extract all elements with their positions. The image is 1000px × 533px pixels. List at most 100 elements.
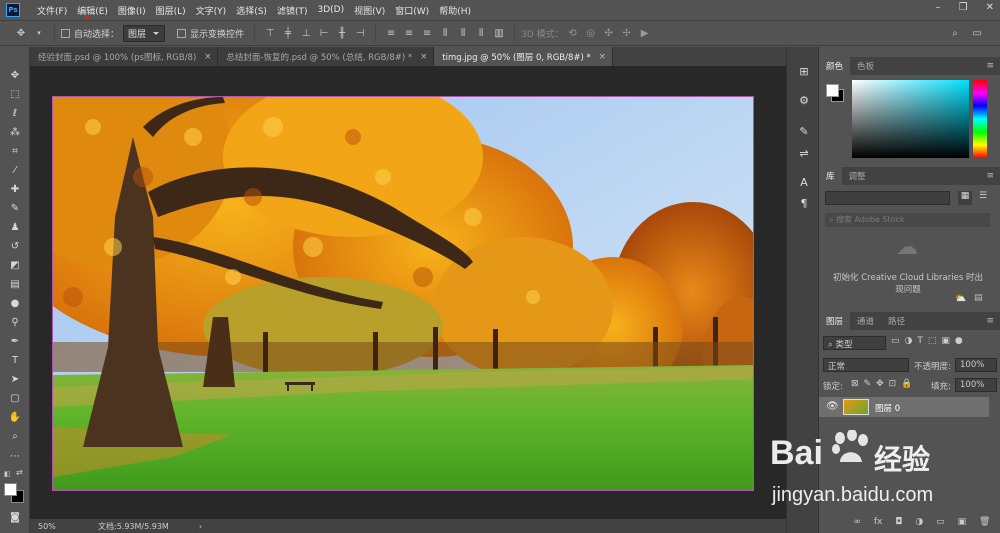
distribute-bottom-icon[interactable]: ≡ <box>420 26 434 40</box>
menu-type[interactable]: 文字(Y) <box>191 4 232 17</box>
blend-mode-select[interactable]: 正常 <box>823 358 909 372</box>
status-arrow-icon[interactable]: › <box>199 522 202 531</box>
auto-select-checkbox[interactable] <box>61 28 70 38</box>
type-tool-icon[interactable]: T <box>6 352 24 368</box>
align-left-icon[interactable]: ⊢ <box>317 26 331 40</box>
tab-document-2[interactable]: 总结封面-恢复的.psd @ 50% (总结, RGB/8#) * × <box>218 47 435 66</box>
auto-select-target-select[interactable]: 图层 <box>123 24 166 42</box>
blur-tool-icon[interactable]: ● <box>6 295 24 311</box>
distribute-left-icon[interactable]: ⫴ <box>438 26 452 40</box>
menu-select[interactable]: 选择(S) <box>231 4 272 17</box>
distribute-hcenter-icon[interactable]: ⫴ <box>456 26 470 40</box>
layer-kind-filter[interactable]: ⌕ 类型 <box>823 336 886 350</box>
layer-row[interactable]: 👁 图层 0 <box>819 397 989 417</box>
brush-panel-icon[interactable]: ✎ <box>796 123 812 139</box>
hand-tool-icon[interactable]: ✋ <box>6 409 24 425</box>
lock-icons[interactable]: ⊠✎✥⊡🔒 <box>851 379 917 389</box>
menu-view[interactable]: 视图(V) <box>349 4 390 17</box>
menu-filter[interactable]: 滤镜(T) <box>272 4 313 17</box>
tool-preset-dropdown-icon[interactable]: ▾ <box>32 26 46 40</box>
align-right-icon[interactable]: ⊣ <box>353 26 367 40</box>
eyedropper-tool-icon[interactable]: ⁄ <box>6 162 24 178</box>
move-tool-icon[interactable]: ✥ <box>6 67 24 83</box>
layer-filter-icons[interactable]: ▭◑T⬚▣● <box>891 336 968 346</box>
paragraph-panel-icon[interactable]: ¶ <box>796 195 812 211</box>
dodge-tool-icon[interactable]: ⚲ <box>6 314 24 330</box>
tab-document-3[interactable]: timg.jpg @ 50% (图层 0, RGB/8#) * × <box>434 47 613 66</box>
align-vcenter-icon[interactable]: ╪ <box>281 26 295 40</box>
3d-roll-icon[interactable]: ◎ <box>584 26 598 40</box>
workspace-icon[interactable]: ▭ <box>970 26 984 40</box>
brush-tool-icon[interactable]: ✎ <box>6 200 24 216</box>
align-hcenter-icon[interactable]: ╫ <box>335 26 349 40</box>
healing-brush-tool-icon[interactable]: ✚ <box>6 181 24 197</box>
grid-view-icon[interactable]: ▦ <box>958 191 972 205</box>
list-view-icon[interactable]: ☰ <box>976 191 990 205</box>
visibility-eye-icon[interactable]: 👁 <box>826 401 839 412</box>
eraser-tool-icon[interactable]: ◩ <box>6 257 24 273</box>
align-top-icon[interactable]: ⊤ <box>263 26 277 40</box>
tab-channels[interactable]: 通道 <box>850 312 881 330</box>
tab-document-1[interactable]: 经验封面.psd @ 100% (ps图标, RGB/8) × <box>30 47 219 66</box>
close-window-button[interactable]: ✕ <box>986 2 994 13</box>
shape-tool-icon[interactable]: ▢ <box>6 390 24 406</box>
library-select[interactable] <box>825 191 950 205</box>
lasso-tool-icon[interactable]: ℓ <box>6 105 24 121</box>
menu-help[interactable]: 帮助(H) <box>434 4 476 17</box>
close-tab-icon[interactable]: × <box>420 52 427 62</box>
document-canvas-image[interactable] <box>52 96 754 491</box>
cc-sync-icon[interactable]: ⛅ <box>955 294 966 304</box>
distribute-right-icon[interactable]: ⫴ <box>474 26 488 40</box>
menu-window[interactable]: 窗口(W) <box>390 4 434 17</box>
search-icon[interactable]: ⌕ <box>948 26 962 40</box>
history-brush-tool-icon[interactable]: ↺ <box>6 238 24 254</box>
magic-wand-tool-icon[interactable]: ⁂ <box>6 124 24 140</box>
menu-3d[interactable]: 3D(D) <box>312 5 349 15</box>
3d-drag-icon[interactable]: ✣ <box>602 26 616 40</box>
move-tool-icon[interactable]: ✥ <box>14 26 28 40</box>
distribute-top-icon[interactable]: ≡ <box>384 26 398 40</box>
clone-stamp-tool-icon[interactable]: ♟ <box>6 219 24 235</box>
foreground-color-swatch[interactable] <box>4 483 17 496</box>
show-transform-checkbox[interactable] <box>177 28 187 38</box>
panel-menu-icon[interactable]: ≡ <box>986 316 994 326</box>
color-fg-swatch[interactable] <box>826 84 839 97</box>
tab-color[interactable]: 颜色 <box>819 57 851 75</box>
auto-align-icon[interactable]: ▥ <box>492 26 506 40</box>
close-tab-icon[interactable]: × <box>599 52 606 62</box>
tab-adjustments[interactable]: 调整 <box>842 167 873 185</box>
close-tab-icon[interactable]: × <box>204 52 211 62</box>
opacity-input[interactable]: 100% <box>955 358 997 372</box>
panel-menu-icon[interactable]: ≡ <box>986 171 994 181</box>
menu-file[interactable]: 文件(F) <box>32 4 72 17</box>
zoom-level[interactable]: 50% <box>38 522 78 531</box>
menu-image[interactable]: 图像(I) <box>113 4 151 17</box>
distribute-vcenter-icon[interactable]: ≡ <box>402 26 416 40</box>
adjust-panel-icon[interactable]: ⇌ <box>796 145 812 161</box>
marquee-tool-icon[interactable]: ⬚ <box>6 86 24 102</box>
history-panel-icon[interactable]: ⊞ <box>796 63 812 79</box>
character-panel-icon[interactable]: A <box>796 174 812 190</box>
menu-layer[interactable]: 图层(L) <box>151 4 191 17</box>
panel-menu-icon[interactable]: ≡ <box>986 61 994 71</box>
tab-swatches[interactable]: 色板 <box>850 57 881 75</box>
pen-tool-icon[interactable]: ✒ <box>6 333 24 349</box>
3d-rotate-icon[interactable]: ⟲ <box>566 26 580 40</box>
default-colors-icon[interactable]: ◧ <box>4 470 12 478</box>
tab-libraries[interactable]: 库 <box>819 167 842 185</box>
tab-layers[interactable]: 图层 <box>819 312 851 330</box>
layer-name[interactable]: 图层 0 <box>875 402 900 414</box>
swap-colors-icon[interactable]: ⇄ <box>16 468 23 477</box>
restore-button[interactable]: ❐ <box>959 2 968 13</box>
gradient-tool-icon[interactable]: ▤ <box>6 276 24 292</box>
minimize-button[interactable]: – <box>936 2 941 13</box>
3d-slide-icon[interactable]: ✢ <box>620 26 634 40</box>
stock-search-input[interactable]: ⌕ 搜索 Adobe Stock <box>825 213 990 227</box>
quick-mask-icon[interactable]: ◙ <box>6 509 24 525</box>
tab-paths[interactable]: 路径 <box>881 312 912 330</box>
zoom-tool-icon[interactable]: ⌕ <box>6 428 24 444</box>
crop-tool-icon[interactable]: ⌗ <box>6 143 24 159</box>
3d-scale-icon[interactable]: ▶ <box>638 26 652 40</box>
fill-input[interactable]: 100% <box>955 378 997 392</box>
edit-toolbar-icon[interactable]: ⋯ <box>6 448 24 464</box>
